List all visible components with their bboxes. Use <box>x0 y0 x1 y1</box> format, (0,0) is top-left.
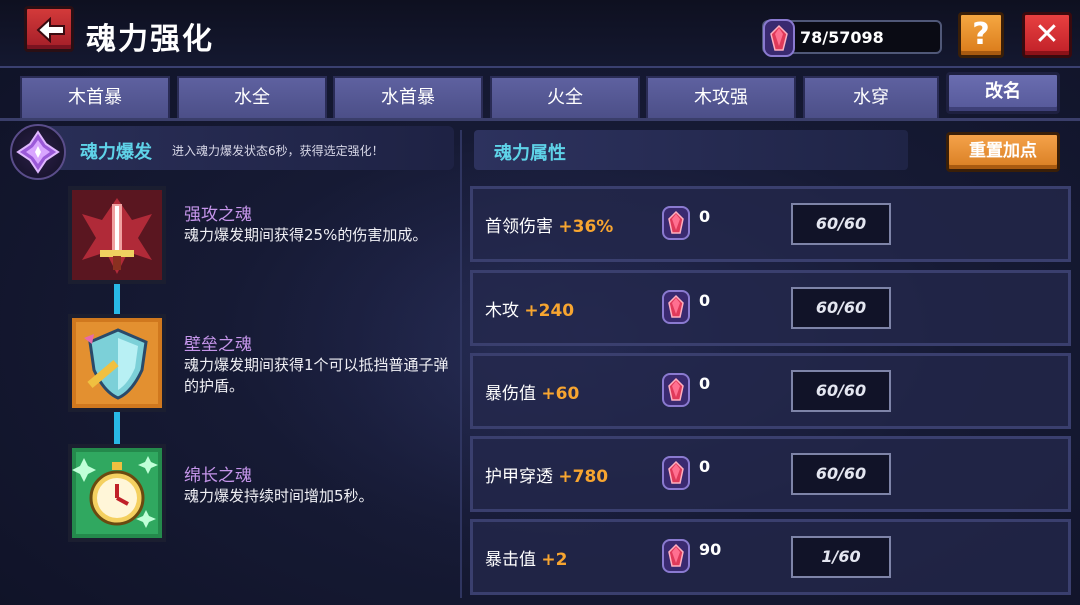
attribute-name: 木攻 <box>485 301 519 321</box>
attribute-label: 暴伤值 +60 <box>485 379 579 404</box>
soul-title: 绵长之魂 <box>184 466 252 486</box>
tab-preset-3[interactable]: 水首暴 <box>333 76 483 118</box>
close-button[interactable]: ✕ <box>1022 12 1072 58</box>
attribute-level: 60/60 <box>791 453 891 495</box>
attribute-label: 首领伤害 +36% <box>485 212 613 237</box>
burst-crystal-icon <box>10 124 66 180</box>
attributes-header: 魂力属性 <box>474 130 908 170</box>
sword-icon <box>72 190 162 280</box>
attribute-bonus: +780 <box>558 467 609 487</box>
attribute-name: 首领伤害 <box>485 217 553 237</box>
tab-preset-4[interactable]: 火全 <box>490 76 640 118</box>
soul-currency-display: 78/57098 <box>762 19 942 57</box>
attributes-title: 魂力属性 <box>494 143 566 164</box>
attribute-bonus: +36% <box>558 217 614 237</box>
attribute-name: 暴伤值 <box>485 384 536 404</box>
soul-gem-icon <box>662 456 690 490</box>
soul-gem-icon <box>662 290 690 324</box>
tab-preset-6[interactable]: 水穿 <box>803 76 939 118</box>
page-title: 魂力强化 <box>86 22 214 57</box>
soul-currency-value: 78/57098 <box>800 28 884 47</box>
rename-button[interactable]: 改名 <box>946 72 1060 114</box>
soul-description: 魂力爆发持续时间增加5秒。 <box>184 487 374 505</box>
tab-preset-2[interactable]: 水全 <box>177 76 327 118</box>
help-button[interactable]: ? <box>958 12 1004 58</box>
attribute-label: 暴击值 +2 <box>485 545 567 570</box>
soul-icon-frame[interactable] <box>68 186 166 284</box>
attribute-cost: 0 <box>699 291 711 310</box>
attribute-cost: 0 <box>699 374 711 393</box>
burst-description: 进入魂力爆发状态6秒，获得选定强化！ <box>172 144 384 158</box>
attribute-level: 1/60 <box>791 536 891 578</box>
attribute-cost: 90 <box>699 540 722 559</box>
attribute-name: 暴击值 <box>485 550 536 570</box>
help-icon: ? <box>972 17 990 52</box>
soul-title: 壁垒之魂 <box>184 335 252 355</box>
attribute-row[interactable]: 暴伤值 +60 0 60/60 <box>470 353 1071 429</box>
soul-title: 强攻之魂 <box>184 205 252 225</box>
attribute-level: 60/60 <box>791 287 891 329</box>
attribute-label: 木攻 +240 <box>485 296 574 321</box>
soul-chain-link <box>114 282 120 316</box>
top-bar: 魂力强化 78/57098 ? ✕ <box>0 0 1080 68</box>
soul-gem-icon <box>662 539 690 573</box>
attribute-row[interactable]: 暴击值 +2 90 1/60 <box>470 519 1071 595</box>
soul-chain-link <box>114 410 120 446</box>
attribute-row[interactable]: 木攻 +240 0 60/60 <box>470 270 1071 346</box>
attribute-cost: 0 <box>699 207 711 226</box>
attribute-name: 护甲穿透 <box>485 467 553 487</box>
tab-preset-1[interactable]: 木首暴 <box>20 76 170 118</box>
burst-title: 魂力爆发 <box>80 142 152 163</box>
tabs-divider <box>0 118 1080 121</box>
soul-icon-frame[interactable] <box>68 444 166 542</box>
attribute-bonus: +2 <box>541 550 568 570</box>
reset-points-button[interactable]: 重置加点 <box>946 132 1060 172</box>
attribute-row[interactable]: 首领伤害 +36% 0 60/60 <box>470 186 1071 262</box>
attribute-cost: 0 <box>699 457 711 476</box>
attribute-bonus: +240 <box>524 301 575 321</box>
back-button[interactable] <box>24 6 74 52</box>
back-arrow-icon <box>36 17 65 43</box>
panel-divider <box>460 130 462 598</box>
tab-preset-5[interactable]: 木攻强 <box>646 76 796 118</box>
attribute-bonus: +60 <box>541 384 580 404</box>
attribute-level: 60/60 <box>791 370 891 412</box>
close-icon: ✕ <box>1034 17 1060 52</box>
soul-description: 魂力爆发期间获得25%的伤害加成。 <box>184 226 428 244</box>
attribute-level: 60/60 <box>791 203 891 245</box>
soul-description: 魂力爆发期间获得1个可以抵挡普通子弹的护盾。 <box>184 356 449 395</box>
soul-gem-icon <box>662 206 690 240</box>
soul-gem-icon <box>763 19 795 57</box>
stopwatch-icon <box>72 448 162 538</box>
shield-icon <box>72 318 162 408</box>
attribute-row[interactable]: 护甲穿透 +780 0 60/60 <box>470 436 1071 512</box>
soul-icon-frame[interactable] <box>68 314 166 412</box>
attribute-label: 护甲穿透 +780 <box>485 462 608 487</box>
soul-gem-icon <box>662 373 690 407</box>
